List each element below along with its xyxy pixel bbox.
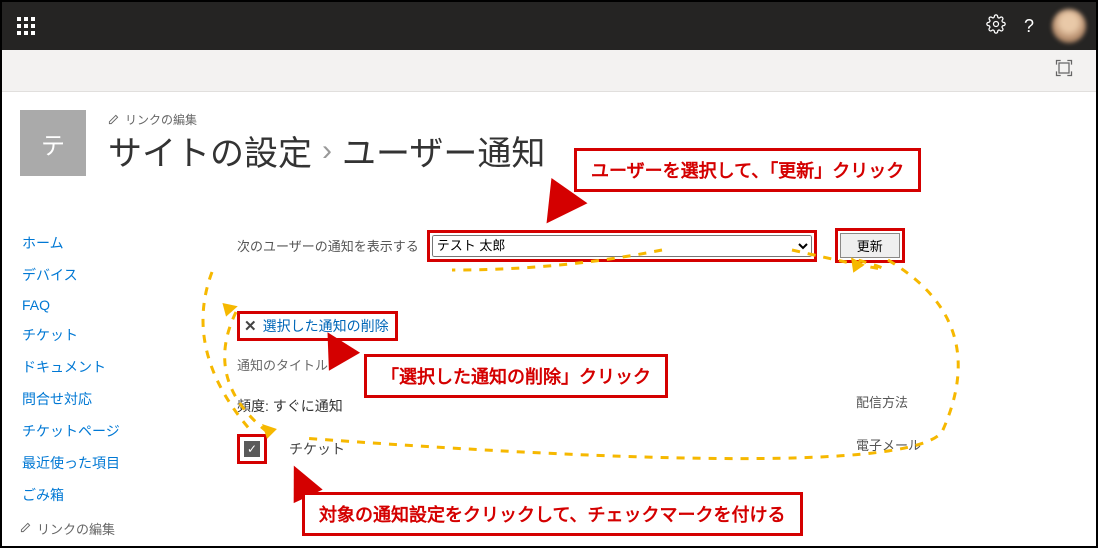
delete-selected-command[interactable]: ✕ 選択した通知の削除 bbox=[237, 311, 398, 341]
app-launcher-icon[interactable] bbox=[8, 8, 44, 44]
help-icon[interactable]: ? bbox=[1024, 16, 1034, 37]
pencil-icon bbox=[20, 521, 31, 536]
frequency-group-label: 頻度: すぐに通知 bbox=[237, 396, 1076, 416]
nav-ticket-page[interactable]: チケットページ bbox=[20, 415, 160, 447]
nav-device[interactable]: デバイス bbox=[20, 259, 160, 291]
site-tile: テ bbox=[20, 110, 86, 176]
annotation-callout-3: 対象の通知設定をクリックして、チェックマークを付ける bbox=[302, 492, 803, 536]
user-filter-label: 次のユーザーの通知を表示する bbox=[237, 236, 419, 255]
nav-recycle[interactable]: ごみ箱 bbox=[20, 479, 160, 511]
focus-mode-icon[interactable] bbox=[1054, 58, 1074, 83]
nav-document[interactable]: ドキュメント bbox=[20, 351, 160, 383]
user-filter-row: 次のユーザーの通知を表示する テスト 太郎 更新 bbox=[237, 228, 1076, 263]
nav-faq[interactable]: FAQ bbox=[20, 291, 160, 319]
alert-row[interactable]: ✓ チケット bbox=[237, 434, 1076, 464]
edit-links-bottom[interactable]: リンクの編集 bbox=[20, 519, 160, 538]
row-delivery-value: 電子メール bbox=[856, 435, 921, 454]
right-column: 配信方法 電子メール bbox=[856, 392, 921, 454]
breadcrumb-root[interactable]: サイトの設定 bbox=[108, 126, 312, 175]
column-header-delivery: 配信方法 bbox=[856, 392, 921, 411]
nav-home[interactable]: ホーム bbox=[20, 227, 160, 259]
nav-inquiry[interactable]: 問合せ対応 bbox=[20, 383, 160, 415]
edit-links-top[interactable]: リンクの編集 bbox=[108, 111, 197, 128]
user-avatar[interactable] bbox=[1052, 9, 1086, 43]
left-nav: ホーム デバイス FAQ チケット ドキュメント 問合せ対応 チケットページ 最… bbox=[20, 227, 160, 538]
ribbon-bar bbox=[2, 50, 1096, 92]
row-checkbox[interactable]: ✓ bbox=[244, 441, 260, 457]
settings-gear-icon[interactable] bbox=[986, 14, 1006, 39]
close-icon: ✕ bbox=[244, 317, 257, 335]
update-button[interactable]: 更新 bbox=[840, 233, 900, 258]
top-bar: ? bbox=[2, 2, 1096, 50]
pencil-icon bbox=[108, 112, 119, 126]
nav-recent[interactable]: 最近使った項目 bbox=[20, 447, 160, 479]
nav-ticket[interactable]: チケット bbox=[20, 319, 160, 351]
edit-links-bottom-label: リンクの編集 bbox=[37, 519, 115, 538]
annotation-callout-2: 「選択した通知の削除」クリック bbox=[364, 354, 668, 398]
edit-links-label: リンクの編集 bbox=[125, 111, 197, 128]
breadcrumb-separator-icon: › bbox=[322, 134, 332, 168]
row-title[interactable]: チケット bbox=[289, 439, 345, 459]
annotation-callout-1: ユーザーを選択して、「更新」クリック bbox=[574, 148, 921, 192]
user-select[interactable]: テスト 太郎 bbox=[432, 235, 812, 257]
breadcrumb-current: ユーザー通知 bbox=[342, 126, 545, 175]
